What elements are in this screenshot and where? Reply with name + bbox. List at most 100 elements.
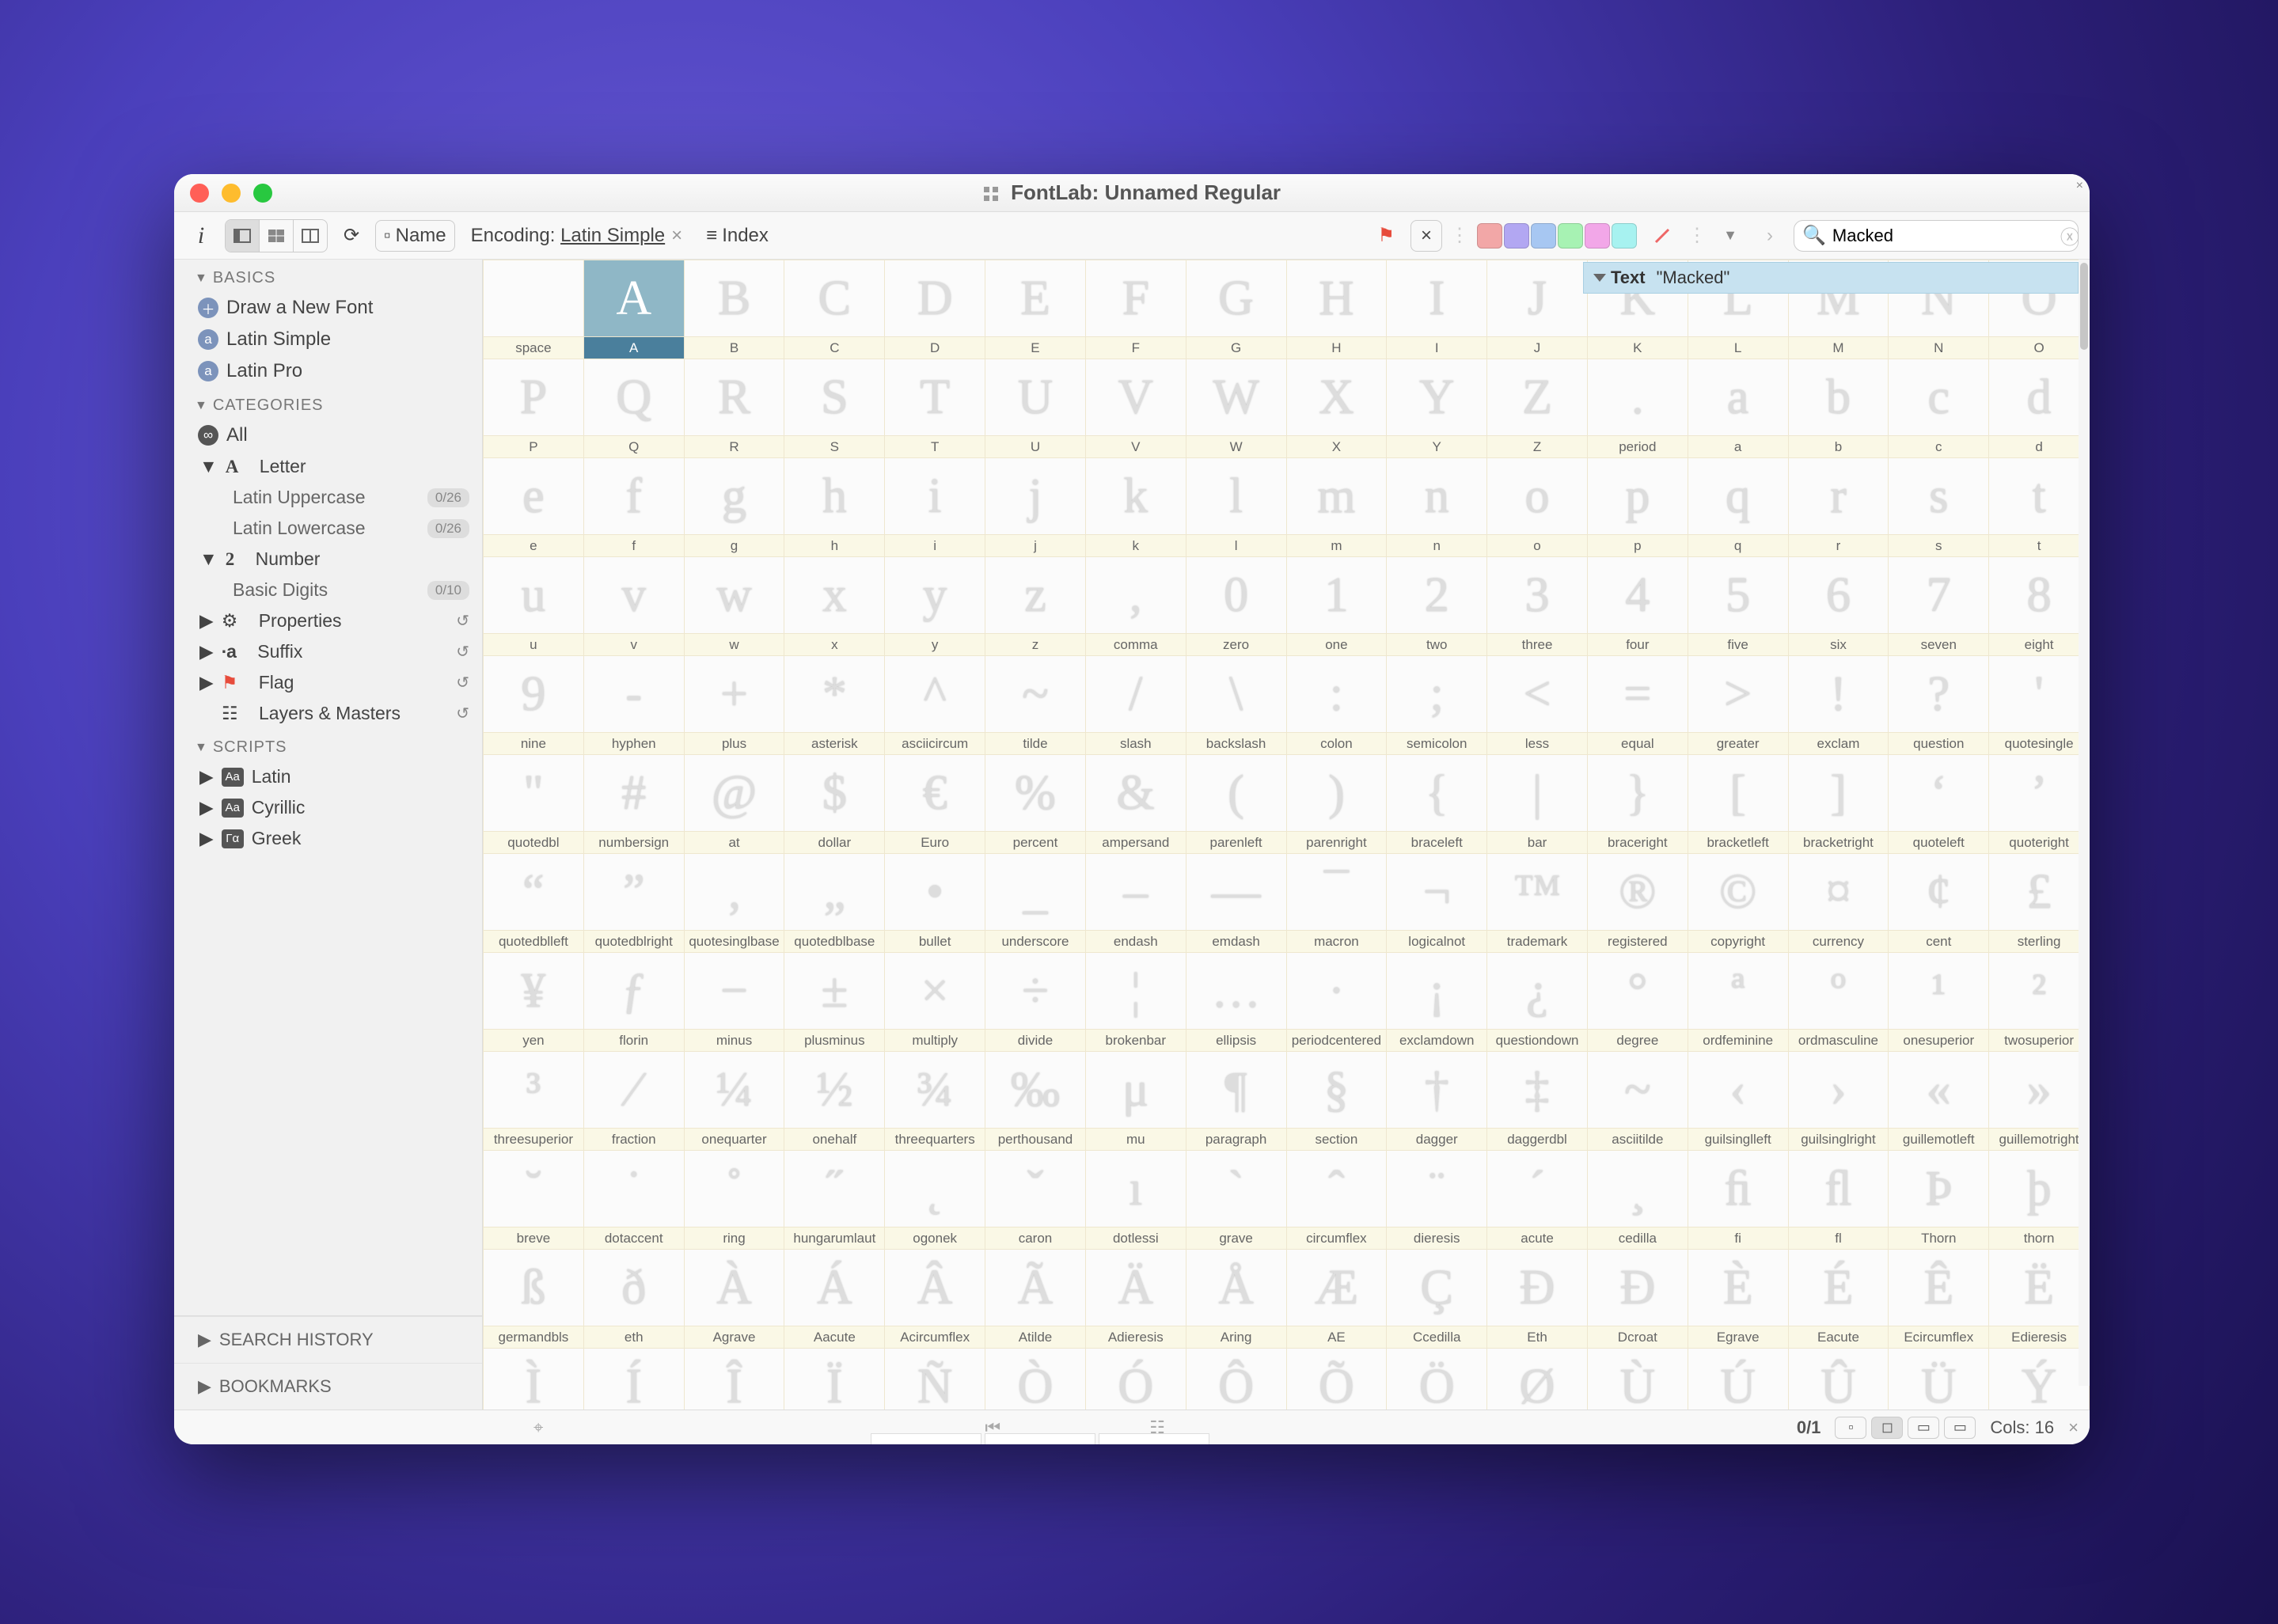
swatch-none-icon[interactable]: [1645, 220, 1680, 252]
glyph-cell[interactable]: $dollar: [784, 755, 885, 854]
glyph-cell[interactable]: ×multiply: [885, 953, 985, 1052]
glyph-cell[interactable]: JJ: [1487, 260, 1588, 359]
glyph-cell[interactable]: 8eight: [1989, 557, 2090, 656]
index-dropdown[interactable]: ≡ Index: [698, 220, 776, 252]
glyph-cell[interactable]: ÉEacute: [1788, 1250, 1889, 1349]
glyph-cell[interactable]: ÔOcircumflex: [1186, 1349, 1286, 1410]
glyph-cell[interactable]: 5five: [1688, 557, 1788, 656]
sidebar-item-latin-simple[interactable]: aLatin Simple: [174, 324, 482, 355]
glyph-cell[interactable]: ±plusminus: [784, 953, 885, 1052]
glyph-cell[interactable]: cc: [1889, 359, 1989, 458]
sidebar-item-greek[interactable]: ▶ΓαGreek: [174, 823, 482, 854]
glyph-cell[interactable]: ﬁfi: [1688, 1151, 1788, 1250]
glyph-cell[interactable]: jj: [985, 458, 1086, 557]
glyph-cell[interactable]: ‡daggerdbl: [1487, 1052, 1588, 1151]
sidebar-item-latin-uppercase[interactable]: Latin Uppercase0/26: [174, 482, 482, 513]
glyph-cell[interactable]: RR: [684, 359, 784, 458]
glyph-cell[interactable]: (parenleft: [1186, 755, 1286, 854]
glyph-cell[interactable]: BB: [684, 260, 784, 359]
glyph-cell[interactable]: ›guilsinglright: [1788, 1052, 1889, 1151]
glyph-cell[interactable]: 0zero: [1186, 557, 1286, 656]
glyph-cell[interactable]: °degree: [1587, 953, 1688, 1052]
clear-search-icon[interactable]: ⓧ: [2060, 222, 2079, 249]
flag-clear-button[interactable]: ×: [1410, 220, 1442, 252]
glyph-cell[interactable]: ½onehalf: [784, 1052, 885, 1151]
glyph-cell[interactable]: .period: [1587, 359, 1688, 458]
reset-icon[interactable]: ↺: [456, 611, 469, 631]
color-swatch[interactable]: [1558, 223, 1583, 249]
glyph-cell[interactable]: ÃAtilde: [985, 1250, 1086, 1349]
glyph-cell[interactable]: ‘quoteleft: [1889, 755, 1989, 854]
cell-large-icon[interactable]: ▭: [1908, 1417, 1939, 1439]
glyph-cell[interactable]: ?question: [1889, 656, 1989, 755]
glyph-cell[interactable]: ÊEcircumflex: [1889, 1250, 1989, 1349]
glyph-cell[interactable]: ÞThorn: [1889, 1151, 1989, 1250]
glyph-cell[interactable]: ªordfeminine: [1688, 953, 1788, 1052]
glyph-cell[interactable]: 3three: [1487, 557, 1588, 656]
glyph-cell[interactable]: rr: [1788, 458, 1889, 557]
glyph-cell[interactable]: ˆcircumflex: [1286, 1151, 1387, 1250]
glyph-cell[interactable]: ÐEth: [1487, 1250, 1588, 1349]
glyph-cell[interactable]: dd: [1989, 359, 2090, 458]
glyph-cell[interactable]: ‚quotesinglbase: [684, 854, 784, 953]
glyph-cell[interactable]: yy: [885, 557, 985, 656]
glyph-cell[interactable]: )parenright: [1286, 755, 1387, 854]
glyph-cell[interactable]: \backslash: [1186, 656, 1286, 755]
glyph-cell[interactable]: ÄAdieresis: [1085, 1250, 1186, 1349]
glyph-cell[interactable]: _underscore: [985, 854, 1086, 953]
cell-wide-icon[interactable]: ▭: [1944, 1417, 1976, 1439]
glyph-cell[interactable]: WW: [1186, 359, 1286, 458]
glyph-cell[interactable]: ÙUgrave: [1587, 1349, 1688, 1410]
glyph-cell[interactable]: AA: [583, 260, 684, 359]
sidebar-item-properties[interactable]: ▶⚙ Properties↺: [174, 605, 482, 636]
search-input[interactable]: [1832, 226, 2060, 246]
glyph-cell[interactable]: ]bracketright: [1788, 755, 1889, 854]
glyph-cell[interactable]: ^asciicircum: [885, 656, 985, 755]
sidebar-search-history[interactable]: ▶SEARCH HISTORY: [174, 1316, 482, 1363]
glyph-cell[interactable]: xx: [784, 557, 885, 656]
glyph-cell[interactable]: uu: [484, 557, 584, 656]
glyph-cell[interactable]: ÒOgrave: [985, 1349, 1086, 1410]
glyph-cell[interactable]: ÇCcedilla: [1387, 1250, 1487, 1349]
glyph-cell[interactable]: „quotedblbase: [784, 854, 885, 953]
sidebar-bookmarks[interactable]: ▶BOOKMARKS: [174, 1363, 482, 1410]
glyph-cell[interactable]: ™trademark: [1487, 854, 1588, 953]
glyph-cell[interactable]: ®registered: [1587, 854, 1688, 953]
color-swatch[interactable]: [1531, 223, 1556, 249]
status-slider[interactable]: [871, 1433, 1209, 1444]
glyph-cell[interactable]: ÛUcircumflex: [1788, 1349, 1889, 1410]
glyph-cell[interactable]: ÌIgrave: [484, 1349, 584, 1410]
close-button[interactable]: [190, 184, 209, 203]
glyph-cell[interactable]: —emdash: [1186, 854, 1286, 953]
glyph-cell[interactable]: ˚ring: [684, 1151, 784, 1250]
glyph-cell[interactable]: zz: [985, 557, 1086, 656]
reset-icon[interactable]: ↺: [456, 704, 469, 723]
glyph-cell[interactable]: ÍIacute: [583, 1349, 684, 1410]
glyph-cell[interactable]: ii: [885, 458, 985, 557]
forward-button[interactable]: ›: [1754, 220, 1786, 252]
sidebar-item-basic-digits[interactable]: Basic Digits0/10: [174, 575, 482, 605]
glyph-cell[interactable]: ˙dotaccent: [583, 1151, 684, 1250]
glyph-cell[interactable]: ÜUdieresis: [1889, 1349, 1989, 1410]
glyph-cell[interactable]: =equal: [1587, 656, 1688, 755]
glyph-cell[interactable]: 6six: [1788, 557, 1889, 656]
glyph-cell[interactable]: ÂAcircumflex: [885, 1250, 985, 1349]
glyph-cell[interactable]: ww: [684, 557, 784, 656]
glyph-cell[interactable]: ÕOtilde: [1286, 1349, 1387, 1410]
glyph-cell[interactable]: !exclam: [1788, 656, 1889, 755]
glyph-cell[interactable]: ¼onequarter: [684, 1052, 784, 1151]
glyph-cell[interactable]: gg: [684, 458, 784, 557]
glyph-cell[interactable]: ¿questiondown: [1487, 953, 1588, 1052]
glyph-cell[interactable]: tt: [1989, 458, 2090, 557]
glyph-cell[interactable]: €Euro: [885, 755, 985, 854]
glyph-cell[interactable]: <less: [1487, 656, 1588, 755]
glyph-cell[interactable]: •bullet: [885, 854, 985, 953]
glyph-cell[interactable]: bb: [1788, 359, 1889, 458]
glyph-cell[interactable]: space: [484, 260, 584, 359]
glyph-cell[interactable]: II: [1387, 260, 1487, 359]
glyph-cell[interactable]: |bar: [1487, 755, 1588, 854]
glyph-cell[interactable]: ¯macron: [1286, 854, 1387, 953]
glyph-cell[interactable]: ıdotlessi: [1085, 1151, 1186, 1250]
glyph-cell[interactable]: hh: [784, 458, 885, 557]
sidebar-item-latin[interactable]: ▶AaLatin: [174, 761, 482, 792]
